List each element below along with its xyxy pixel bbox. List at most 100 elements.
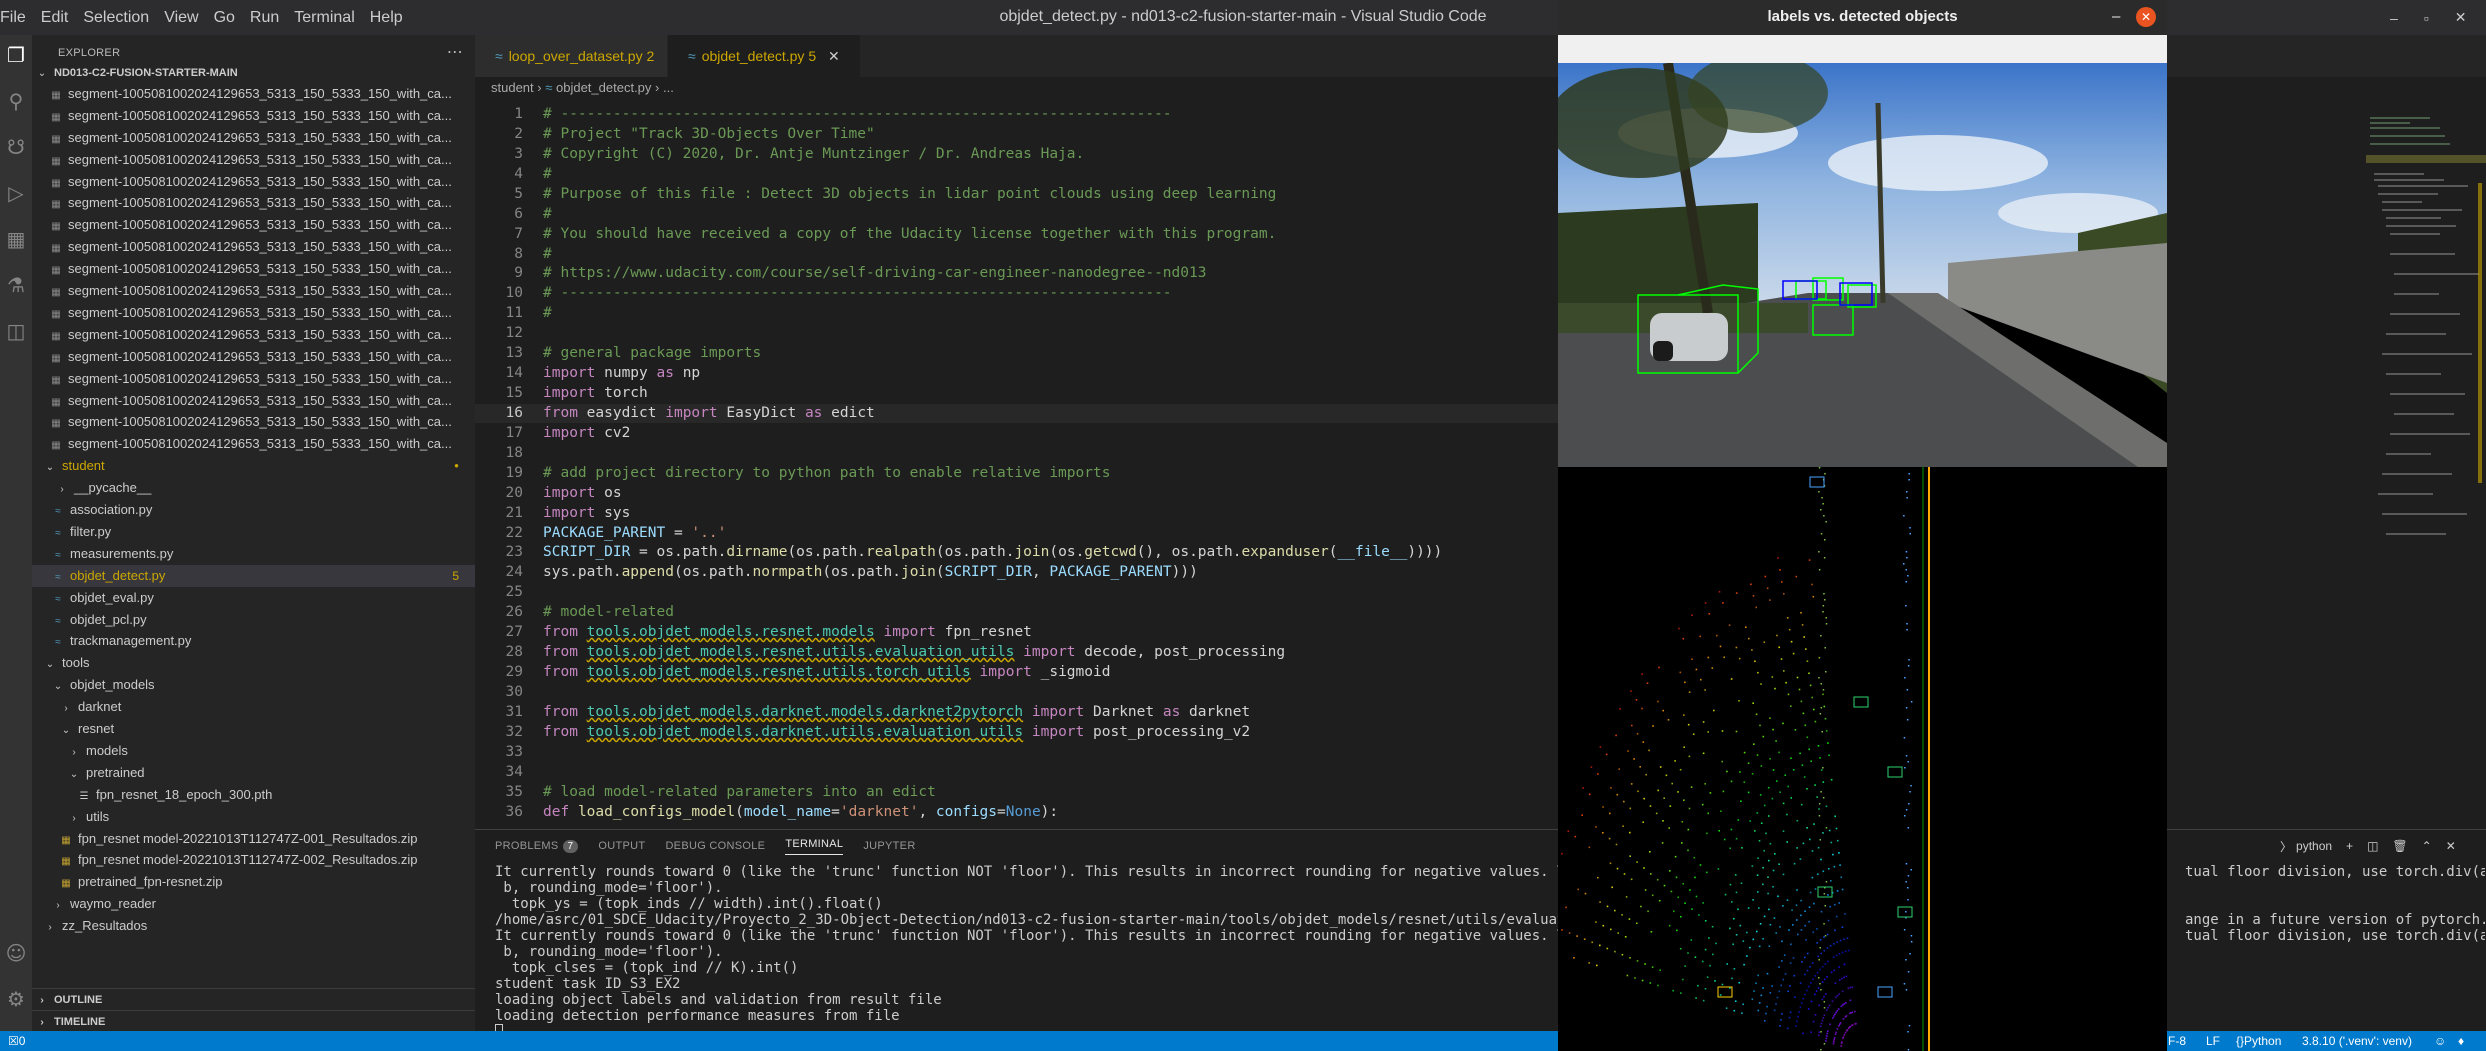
tree-item-segment-file[interactable]: ▦ segment-1005081002024129653_5313_150_53… [32, 411, 475, 433]
code-line[interactable]: 1 # -------------------------------------… [475, 105, 1171, 124]
explorer-icon[interactable]: ❐ [4, 43, 28, 67]
tree-item-filter-py[interactable]: ≈ filter.py [32, 521, 475, 543]
tree-item-objdet-pcl-py[interactable]: ≈ objdet_pcl.py [32, 609, 475, 631]
code-line[interactable]: 36 def load_configs_model(model_name='dar… [475, 803, 1059, 822]
menu-run[interactable]: Run [250, 9, 279, 27]
code-line[interactable]: 7 # You should have received a copy of th… [475, 225, 1276, 244]
tree-item-association-py[interactable]: ≈ association.py [32, 499, 475, 521]
tree-item-segment-file[interactable]: ▦ segment-1005081002024129653_5313_150_53… [32, 83, 475, 105]
tab-jupyter[interactable]: JUPYTER [863, 840, 915, 852]
code-line[interactable]: 15 import torch [475, 384, 648, 403]
tree-item-waymo-reader-folder[interactable]: › waymo_reader [32, 893, 475, 915]
code-line[interactable]: 35 # load model-related parameters into a… [475, 783, 936, 802]
new-terminal-icon[interactable]: + [2346, 839, 2353, 853]
breadcrumb-folder[interactable]: student [491, 80, 534, 95]
extensions-icon[interactable]: ▦ [4, 227, 28, 251]
run-debug-icon[interactable]: ▷ [4, 181, 28, 205]
code-line[interactable]: 32 from tools.objdet_models.darknet.utils… [475, 723, 1251, 742]
tree-item-segment-file[interactable]: ▦ segment-1005081002024129653_5313_150_53… [32, 280, 475, 302]
notifications-icon[interactable]: ♦ [2458, 1031, 2464, 1051]
tree-item-segment-file[interactable]: ▦ segment-1005081002024129653_5313_150_53… [32, 192, 475, 214]
tab-objdet-detect[interactable]: ≈ objdet_detect.py 5 ✕ [668, 35, 860, 77]
tree-item-segment-file[interactable]: ▦ segment-1005081002024129653_5313_150_53… [32, 236, 475, 258]
tree-item-zz-resultados-folder[interactable]: › zz_Resultados [32, 915, 475, 937]
tree-item-student-folder[interactable]: ⌄ student ● [32, 455, 475, 477]
workspace-root[interactable]: ⌄ ND013-C2-FUSION-STARTER-MAIN [32, 61, 475, 83]
viewer-close-icon[interactable]: ✕ [2136, 7, 2156, 27]
code-line[interactable]: 34 [475, 763, 543, 782]
tab-debug-console[interactable]: DEBUG CONSOLE [665, 840, 765, 852]
source-control-icon[interactable]: ☋ [4, 135, 28, 159]
maximize-panel-icon[interactable]: ⌃ [2422, 839, 2432, 853]
close-panel-icon[interactable]: ✕ [2446, 839, 2456, 853]
testing-icon[interactable]: ⚗ [4, 273, 28, 297]
problems-status[interactable]: ☒ 0 ⚠ 7 [8, 1031, 25, 1051]
code-line[interactable]: 12 [475, 324, 543, 343]
code-line[interactable]: 9 # https://www.udacity.com/course/self-d… [475, 264, 1206, 283]
maximize-icon[interactable]: ▫ [2424, 10, 2429, 26]
minimap[interactable] [2366, 113, 2486, 713]
tab-problems[interactable]: PROBLEMS 7 [495, 840, 579, 853]
breadcrumb-file[interactable]: objdet_detect.py [556, 80, 651, 95]
breadcrumb-symbol[interactable]: ... [663, 80, 674, 95]
menu-edit[interactable]: Edit [41, 9, 69, 27]
code-line[interactable]: 28 from tools.objdet_models.resnet.utils.… [475, 643, 1286, 662]
code-line[interactable]: 2 # Project "Track 3D-Objects Over Time" [475, 125, 874, 144]
interpreter-status[interactable]: 3.8.10 ('.venv': venv) [2302, 1031, 2412, 1051]
remote-explorer-icon[interactable]: ◫ [4, 319, 28, 343]
tree-item-pretrained-folder[interactable]: ⌄ pretrained [32, 762, 475, 784]
tree-item-segment-file[interactable]: ▦ segment-1005081002024129653_5313_150_53… [32, 368, 475, 390]
tree-item-segment-file[interactable]: ▦ segment-1005081002024129653_5313_150_53… [32, 433, 475, 455]
terminal-output[interactable]: It currently rounds toward 0 (like the '… [495, 864, 2485, 1034]
code-line[interactable]: 29 from tools.objdet_models.resnet.utils.… [475, 663, 1111, 682]
tree-item-pth-file[interactable]: ☰ fpn_resnet_18_epoch_300.pth [32, 784, 475, 806]
menu-go[interactable]: Go [214, 9, 235, 27]
split-terminal-icon[interactable]: ◫ [2367, 839, 2378, 853]
outline-section[interactable]: › OUTLINE [32, 988, 475, 1010]
code-line[interactable]: 8 # [475, 245, 551, 264]
tree-item-trackmanagement-py[interactable]: ≈ trackmanagement.py [32, 630, 475, 652]
code-line[interactable]: 20 import os [475, 484, 622, 503]
tree-item-models-folder[interactable]: › models [32, 740, 475, 762]
code-line[interactable]: 10 # ------------------------------------… [475, 284, 1172, 303]
tree-item-segment-file[interactable]: ▦ segment-1005081002024129653_5313_150_53… [32, 346, 475, 368]
tree-item-zip-file[interactable]: ▦ fpn_resnet model-20221013T112747Z-002_R… [32, 849, 475, 871]
viewer-minimize-icon[interactable]: – [2112, 0, 2120, 33]
timeline-section[interactable]: › TIMELINE [32, 1010, 475, 1032]
code-line[interactable]: 11 # [475, 304, 552, 323]
menu-view[interactable]: View [164, 9, 198, 27]
terminal-shell-label[interactable]: python [2296, 839, 2332, 853]
tree-item-zip-file[interactable]: ▦ pretrained_fpn-resnet.zip [32, 871, 475, 893]
code-line[interactable]: 33 [475, 743, 543, 762]
code-line[interactable]: 21 import sys [475, 504, 631, 523]
tree-item-darknet-folder[interactable]: › darknet [32, 696, 475, 718]
code-line[interactable]: 13 # general package imports [475, 344, 762, 363]
close-icon[interactable]: ✕ [2455, 9, 2467, 26]
tab-loop-over-dataset[interactable]: ≈ loop_over_dataset.py 2 [475, 35, 667, 77]
code-line[interactable]: 3 # Copyright (C) 2020, Dr. Antje Muntzin… [475, 145, 1084, 164]
tree-item-tools-folder[interactable]: ⌄ tools [32, 652, 475, 674]
code-line[interactable]: 18 [475, 444, 543, 463]
code-line[interactable]: 19 # add project directory to python path… [475, 464, 1111, 483]
code-editor[interactable]: 1 # -------------------------------------… [475, 99, 1575, 829]
feedback-icon[interactable]: ☺ [2434, 1031, 2446, 1051]
tree-item-segment-file[interactable]: ▦ segment-1005081002024129653_5313_150_53… [32, 390, 475, 412]
tree-item-objdet-detect-py[interactable]: ≈ objdet_detect.py 5 [32, 564, 475, 587]
code-line[interactable]: 24 sys.path.append(os.path.normpath(os.pa… [475, 563, 1198, 582]
menu-help[interactable]: Help [370, 9, 403, 27]
code-line[interactable]: 27 from tools.objdet_models.resnet.models… [475, 623, 1032, 642]
tree-item-segment-file[interactable]: ▦ segment-1005081002024129653_5313_150_53… [32, 149, 475, 171]
tree-item-resnet-folder[interactable]: ⌄ resnet [32, 718, 475, 740]
tree-item-segment-file[interactable]: ▦ segment-1005081002024129653_5313_150_53… [32, 127, 475, 149]
encoding-status[interactable]: F-8 [2168, 1031, 2186, 1051]
tree-item-segment-file[interactable]: ▦ segment-1005081002024129653_5313_150_53… [32, 214, 475, 236]
code-line[interactable]: 25 [475, 583, 543, 602]
tree-item-zip-file[interactable]: ▦ fpn_resnet model-20221013T112747Z-001_R… [32, 828, 475, 850]
tree-item-pycache[interactable]: › __pycache__ [32, 477, 475, 499]
kill-terminal-icon[interactable]: 🗑 [2392, 839, 2407, 853]
settings-gear-icon[interactable]: ⚙ [4, 987, 28, 1011]
menu-file[interactable]: File [0, 9, 26, 27]
code-line[interactable]: 30 [475, 683, 543, 702]
account-icon[interactable]: ☺ [4, 941, 28, 965]
code-line[interactable]: 6 # [475, 205, 551, 224]
